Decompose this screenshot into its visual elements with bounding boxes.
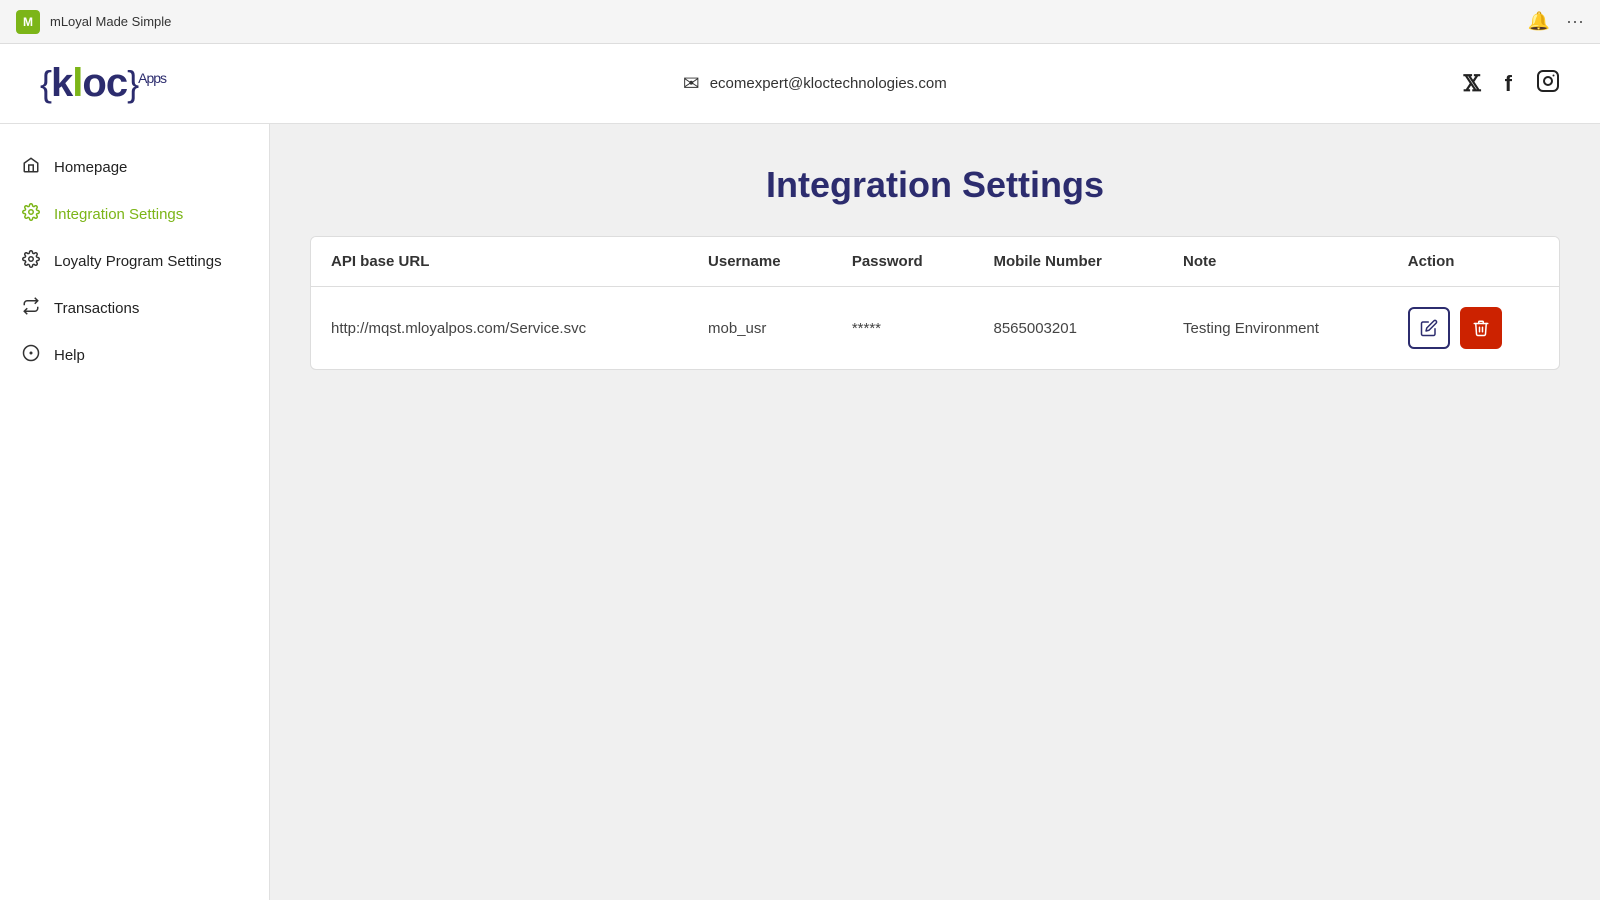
home-icon bbox=[20, 156, 42, 179]
top-bar: M mLoyal Made Simple 🔔 ··· bbox=[0, 0, 1600, 44]
transactions-icon bbox=[20, 297, 42, 320]
delete-button[interactable] bbox=[1460, 307, 1502, 349]
email-address: ecomexpert@kloctechnologies.com bbox=[710, 75, 947, 92]
sidebar-label-integration-settings: Integration Settings bbox=[54, 206, 183, 223]
sidebar-label-loyalty-program-settings: Loyalty Program Settings bbox=[54, 253, 222, 270]
instagram-icon[interactable] bbox=[1536, 69, 1560, 99]
main-content: Integration Settings API base URL Userna… bbox=[270, 124, 1600, 900]
app-icon: M bbox=[16, 10, 40, 34]
sidebar-item-loyalty-program-settings[interactable]: Loyalty Program Settings bbox=[0, 238, 269, 285]
sidebar-label-transactions: Transactions bbox=[54, 300, 139, 317]
cell-password: ***** bbox=[832, 287, 974, 370]
top-bar-right: 🔔 ··· bbox=[1528, 11, 1584, 32]
layout: Homepage Integration Settings Loyalty Pr… bbox=[0, 124, 1600, 900]
col-mobile-number: Mobile Number bbox=[973, 237, 1163, 287]
sidebar-label-help: Help bbox=[54, 347, 85, 364]
col-password: Password bbox=[832, 237, 974, 287]
cell-mobile-number: 8565003201 bbox=[973, 287, 1163, 370]
header: {kloc}Apps ✉ ecomexpert@kloctechnologies… bbox=[0, 44, 1600, 124]
twitter-icon[interactable]: 𝕏 bbox=[1464, 71, 1481, 97]
col-note: Note bbox=[1163, 237, 1388, 287]
sidebar-item-transactions[interactable]: Transactions bbox=[0, 285, 269, 332]
table-row: http://mqst.mloyalpos.com/Service.svc mo… bbox=[311, 287, 1559, 370]
integration-settings-table-container: API base URL Username Password Mobile Nu… bbox=[310, 236, 1560, 370]
header-email: ✉ ecomexpert@kloctechnologies.com bbox=[683, 71, 947, 96]
cell-action bbox=[1388, 287, 1559, 370]
social-links: 𝕏 f bbox=[1464, 69, 1560, 99]
action-buttons bbox=[1408, 307, 1539, 349]
sidebar-item-homepage[interactable]: Homepage bbox=[0, 144, 269, 191]
more-icon[interactable]: ··· bbox=[1566, 11, 1584, 32]
sidebar-item-help[interactable]: Help bbox=[0, 332, 269, 379]
cell-username: mob_usr bbox=[688, 287, 832, 370]
top-bar-left: M mLoyal Made Simple bbox=[16, 10, 171, 34]
cell-note: Testing Environment bbox=[1163, 287, 1388, 370]
top-bar-title: mLoyal Made Simple bbox=[50, 14, 171, 29]
settings-icon-integration bbox=[20, 203, 42, 226]
col-action: Action bbox=[1388, 237, 1559, 287]
sidebar-item-integration-settings[interactable]: Integration Settings bbox=[0, 191, 269, 238]
bell-icon[interactable]: 🔔 bbox=[1528, 11, 1550, 32]
table-body: http://mqst.mloyalpos.com/Service.svc mo… bbox=[311, 287, 1559, 370]
logo: {kloc}Apps bbox=[40, 61, 166, 106]
sidebar-label-homepage: Homepage bbox=[54, 159, 127, 176]
edit-button[interactable] bbox=[1408, 307, 1450, 349]
col-api-base-url: API base URL bbox=[311, 237, 688, 287]
integration-settings-table: API base URL Username Password Mobile Nu… bbox=[311, 237, 1559, 369]
settings-icon-loyalty bbox=[20, 250, 42, 273]
facebook-icon[interactable]: f bbox=[1505, 71, 1512, 97]
sidebar: Homepage Integration Settings Loyalty Pr… bbox=[0, 124, 270, 900]
col-username: Username bbox=[688, 237, 832, 287]
email-icon: ✉ bbox=[683, 71, 700, 96]
help-icon bbox=[20, 344, 42, 367]
cell-api-base-url: http://mqst.mloyalpos.com/Service.svc bbox=[311, 287, 688, 370]
page-title: Integration Settings bbox=[310, 164, 1560, 206]
table-header: API base URL Username Password Mobile Nu… bbox=[311, 237, 1559, 287]
